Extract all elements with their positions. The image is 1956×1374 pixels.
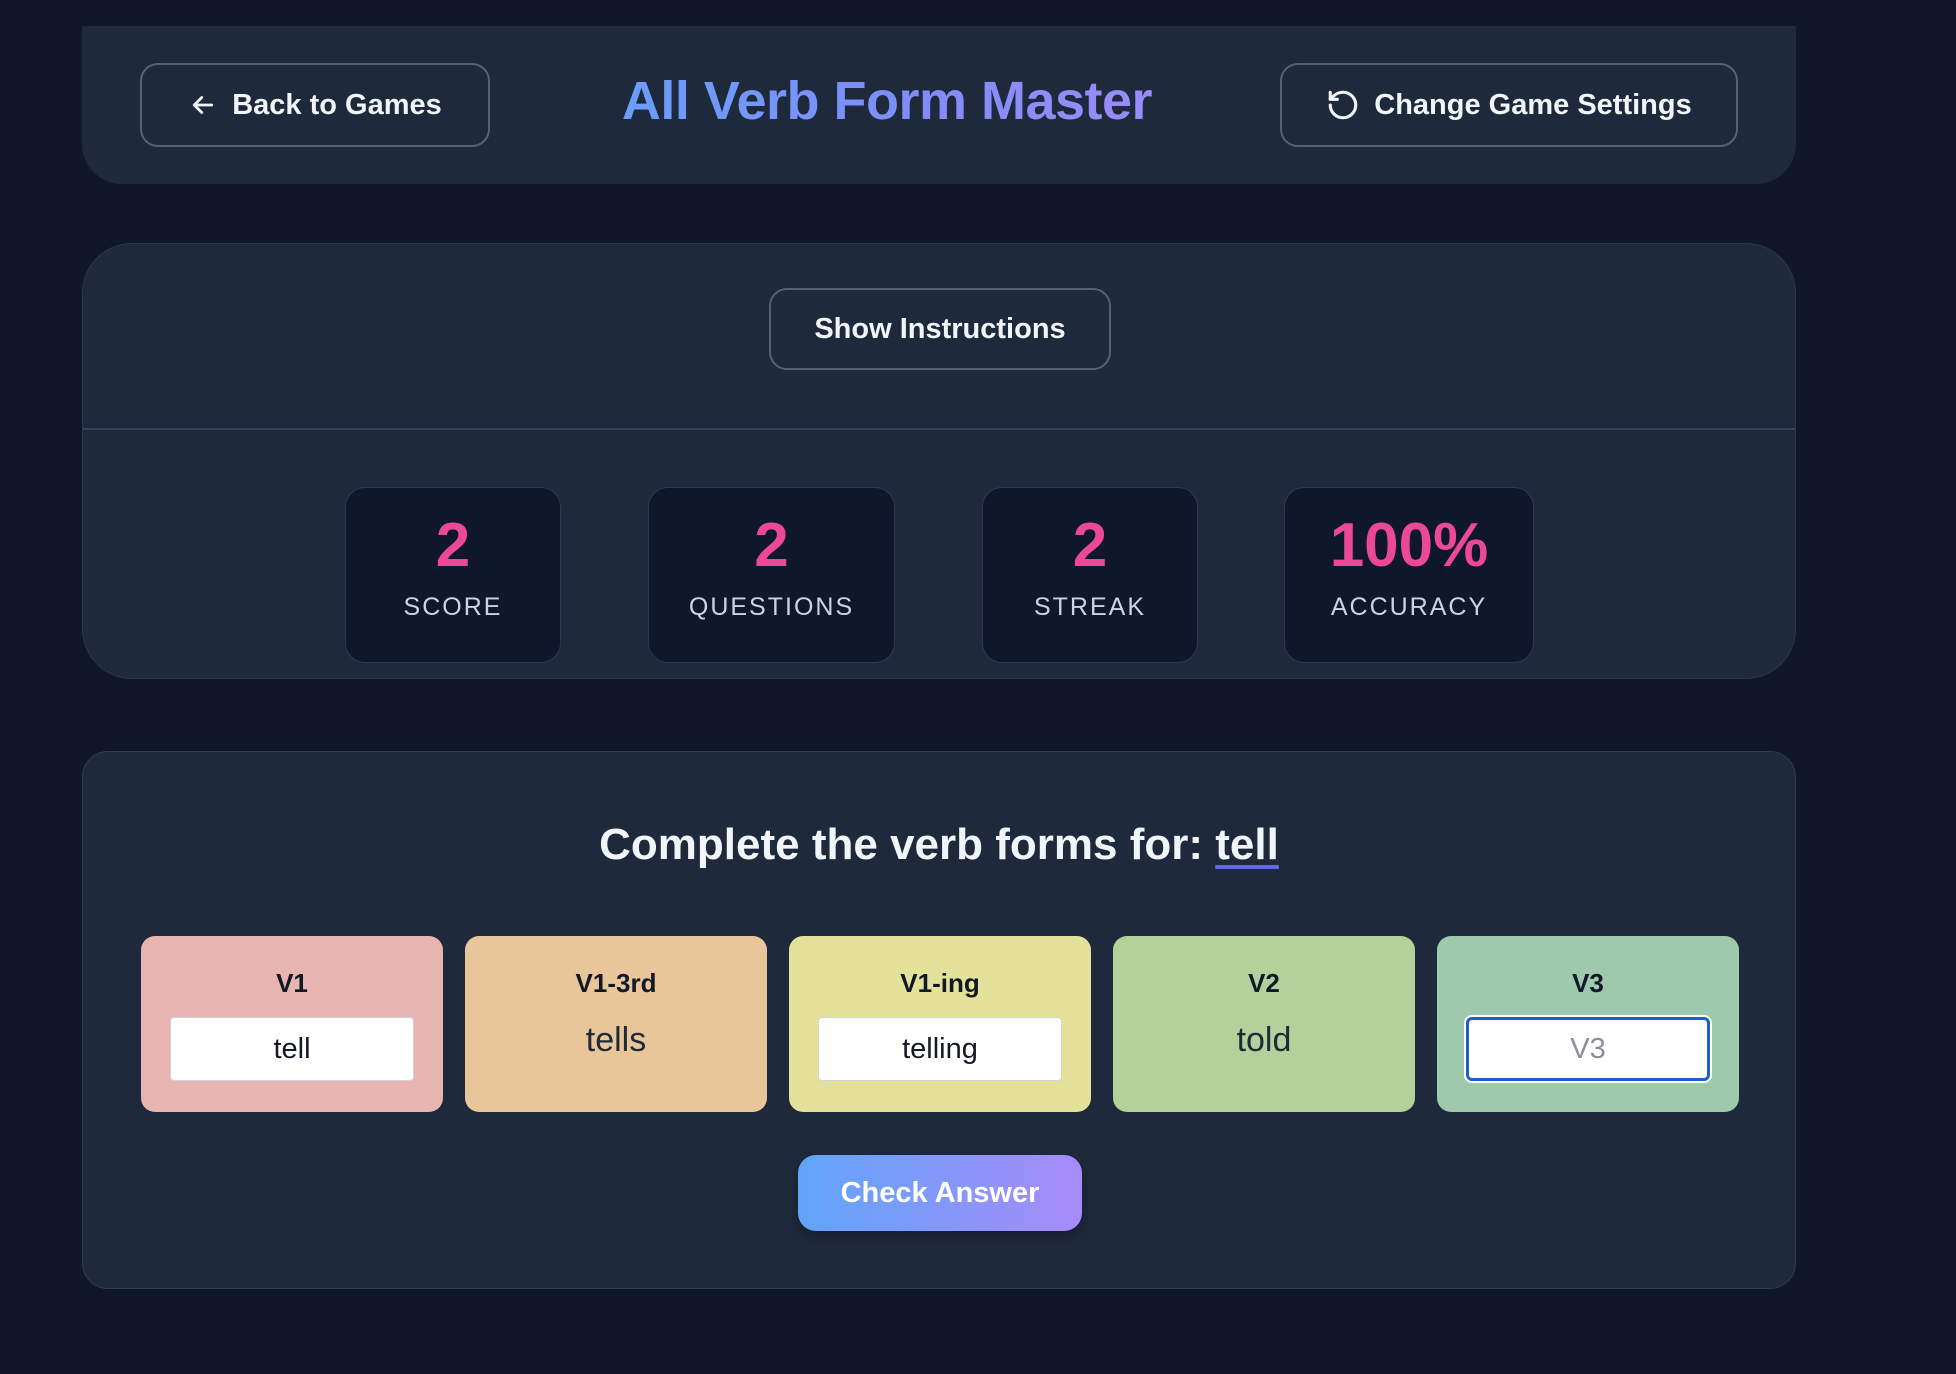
stat-streak: 2 STREAK [982, 487, 1198, 663]
stat-value: 2 [1072, 511, 1108, 580]
show-instructions-button[interactable]: Show Instructions [769, 288, 1111, 370]
v1-3rd-value: tells [585, 1021, 647, 1059]
form-label: V2 [1248, 968, 1280, 998]
v1-ing-input[interactable] [818, 1017, 1062, 1081]
v1-input[interactable] [170, 1017, 414, 1081]
divider [83, 428, 1795, 430]
stat-label: ACCURACY [1330, 593, 1488, 622]
stat-score: 2 SCORE [345, 487, 561, 663]
prompt-text: Complete the verb forms for: [599, 820, 1216, 869]
page-title: All Verb Form Master [502, 66, 1272, 136]
stat-label: QUESTIONS [688, 593, 855, 622]
form-box-v1-ing: V1-ing [789, 936, 1091, 1112]
stat-label: SCORE [403, 593, 503, 622]
question-prompt: Complete the verb forms for: tell [83, 820, 1795, 870]
stats-panel: Show Instructions 2 SCORE 2 QUESTIONS 2 … [82, 243, 1796, 679]
form-box-v1-3rd: V1-3rd tells [465, 936, 767, 1112]
form-label: V3 [1572, 968, 1604, 998]
check-answer-button[interactable]: Check Answer [798, 1155, 1082, 1231]
form-label: V1-3rd [575, 968, 657, 998]
stat-value: 2 [435, 511, 471, 580]
change-game-settings-label: Change Game Settings [1374, 88, 1692, 121]
game-card: Complete the verb forms for: tell V1 V1-… [82, 751, 1796, 1289]
stat-questions: 2 QUESTIONS [648, 487, 895, 663]
v3-input[interactable] [1466, 1017, 1710, 1081]
back-to-games-label: Back to Games [232, 88, 442, 121]
arrow-left-icon [188, 90, 218, 120]
v2-value: told [1236, 1021, 1292, 1059]
form-box-v2: V2 told [1113, 936, 1415, 1112]
form-label: V1 [276, 968, 308, 998]
target-verb: tell [1215, 820, 1279, 869]
stat-value: 100% [1329, 511, 1489, 580]
stat-label: STREAK [1033, 593, 1147, 622]
rotate-ccw-icon [1326, 88, 1360, 122]
stat-accuracy: 100% ACCURACY [1284, 487, 1534, 663]
back-to-games-button[interactable]: Back to Games [140, 63, 490, 147]
form-label: V1-ing [900, 968, 980, 998]
change-game-settings-button[interactable]: Change Game Settings [1280, 63, 1738, 147]
form-box-v1: V1 [141, 936, 443, 1112]
header-bar: Back to Games All Verb Form Master Chang… [82, 26, 1796, 184]
stat-value: 2 [754, 511, 789, 580]
form-box-v3: V3 [1437, 936, 1739, 1112]
